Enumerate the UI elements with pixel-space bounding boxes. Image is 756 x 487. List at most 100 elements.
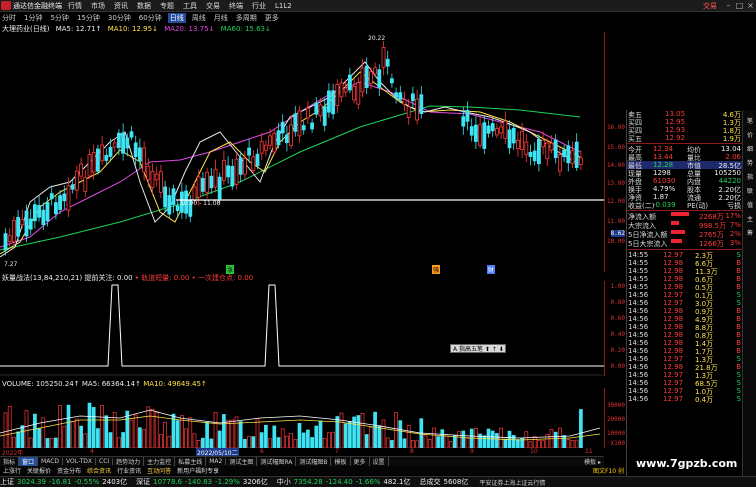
f10-link[interactable]: 图文F10 创 xyxy=(593,466,626,475)
indicator-tab-10[interactable]: 测试幅图RA xyxy=(257,457,297,466)
menu-data[interactable]: 数据 xyxy=(137,1,151,11)
menu-market[interactable]: 行情 xyxy=(68,1,82,11)
tick-price: 12.98 xyxy=(663,347,684,355)
info-link-5[interactable]: 互动问答 xyxy=(144,466,174,475)
indicator-tab-1[interactable]: 窗口 xyxy=(19,457,39,466)
volume-bar xyxy=(495,433,499,448)
menu-topics[interactable]: 专题 xyxy=(160,1,174,11)
menu-tools[interactable]: 工具 xyxy=(183,1,197,11)
info-link-1[interactable]: 关联报价 xyxy=(24,466,54,475)
volume-bar xyxy=(490,430,495,448)
tick-direction: B xyxy=(736,323,741,331)
indicator-tab-2[interactable]: MACD xyxy=(38,458,64,465)
period-4[interactable]: 30分钟 xyxy=(106,13,133,23)
candle-body xyxy=(461,116,466,127)
period-10[interactable]: 更多 xyxy=(263,13,281,23)
candle-body xyxy=(129,131,134,138)
side-tab-8[interactable]: 筹 xyxy=(745,228,755,237)
template-button[interactable]: 模板 ▸ xyxy=(581,457,604,466)
menu-news[interactable]: 资讯 xyxy=(114,1,128,11)
candle-body xyxy=(284,134,289,143)
side-tab-1[interactable]: 价 xyxy=(745,130,755,139)
tick-row: 14:56 12.97 3.0万 S xyxy=(627,299,743,308)
index-sme[interactable]: 中小 7354.28 -124.40 -1.66% 482.1亿 xyxy=(277,477,414,487)
indicator-tab-3[interactable]: VOL-TDX xyxy=(63,458,96,465)
minimize-icon[interactable]: – xyxy=(723,1,734,10)
info-link-2[interactable]: 资金分布 xyxy=(54,466,84,475)
flow-pct: 7% xyxy=(729,221,741,229)
indicator-tab-8[interactable]: MA2 xyxy=(206,458,227,465)
tick-direction: S xyxy=(736,379,741,387)
volume-bar xyxy=(390,440,394,448)
period-7[interactable]: 周线 xyxy=(190,13,208,23)
period-2[interactable]: 5分钟 xyxy=(48,13,70,23)
candlestick-chart[interactable]: 20.22 10.90 - 11.08 7.27 xyxy=(0,32,604,272)
order-book-row[interactable]: 卖五 13.05 4.6万 xyxy=(627,110,743,119)
close-icon[interactable]: × xyxy=(745,1,756,10)
period-5[interactable]: 60分钟 xyxy=(137,13,164,23)
index-amount: 482.1亿 xyxy=(383,478,411,486)
indicator-tab-11[interactable]: 测试幅图B xyxy=(296,457,332,466)
trade-link[interactable]: 交易 xyxy=(703,1,717,11)
indicator-tab-7[interactable]: 私募主线 xyxy=(175,457,207,466)
index-name: 深证 xyxy=(136,478,151,486)
volume-bar xyxy=(58,405,62,448)
period-6[interactable]: 日线 xyxy=(167,13,186,23)
side-tab-7[interactable]: 主 xyxy=(745,214,755,223)
drawing-toolbar-popup[interactable]: A 指高五笔 ⬆ ↑ ⬇ xyxy=(450,344,506,353)
index-shanghai[interactable]: 上证 3024.39 -16.81 -0.55% 2403亿 xyxy=(0,477,130,487)
tick-price: 12.97 xyxy=(663,387,684,395)
index-shenzhen[interactable]: 深证 10778.6 -140.83 -1.29% 3206亿 xyxy=(136,477,271,487)
info-link-4[interactable]: 行业资讯 xyxy=(114,466,144,475)
side-tab-0[interactable]: 笔 xyxy=(745,116,755,125)
tick-time: 14:56 xyxy=(628,371,649,379)
index-amount: 3206亿 xyxy=(242,478,268,486)
candle-body xyxy=(394,92,399,98)
first-low-label: 7.27 xyxy=(4,261,18,268)
menu-terminal[interactable]: 终端 xyxy=(229,1,243,11)
period-9[interactable]: 多周期 xyxy=(234,13,259,23)
order-book-row[interactable]: 买五 12.92 1.9万 xyxy=(627,134,743,143)
indicator-tab-4[interactable]: CCI xyxy=(96,458,114,465)
volume-bars-group xyxy=(3,402,583,448)
menu-exchange[interactable]: 市场 xyxy=(91,1,105,11)
indicator-tab-0[interactable]: 指标 xyxy=(0,457,20,466)
maximize-icon[interactable]: □ xyxy=(734,1,745,10)
indicator-tab-6[interactable]: 主力监控 xyxy=(144,457,176,466)
indicator-chart[interactable] xyxy=(0,281,604,376)
candle-body xyxy=(503,120,508,139)
indicator-tab-5[interactable]: 趋势动力 xyxy=(113,457,145,466)
menu-trade[interactable]: 交易 xyxy=(206,1,220,11)
tick-row: 14:56 12.98 1.4万 B xyxy=(627,339,743,348)
order-book-row[interactable]: 买四 12.95 1.3万 xyxy=(627,118,743,127)
menu-industry[interactable]: 行业 xyxy=(252,1,266,11)
side-tab-6[interactable]: 值 xyxy=(745,200,755,209)
indicator-tab-12[interactable]: 模板 xyxy=(331,457,351,466)
side-tab-2[interactable]: 细 xyxy=(745,144,755,153)
tick-direction: B xyxy=(736,259,741,267)
period-3[interactable]: 15分钟 xyxy=(75,13,102,23)
info-link-0[interactable]: 上涨行 xyxy=(0,466,24,475)
tick-price: 12.98 xyxy=(663,307,684,315)
period-1[interactable]: 1分钟 xyxy=(22,13,44,23)
indicator-tab-13[interactable]: 更多 xyxy=(351,457,370,466)
indicator-tab-9[interactable]: 测试主图 xyxy=(226,457,258,466)
volume-chart[interactable] xyxy=(0,388,604,448)
order-book-row[interactable]: 买四 12.93 1.8万 xyxy=(627,126,743,135)
side-tab-5[interactable]: 联 xyxy=(745,186,755,195)
fund-flow-row: 5日净流入额 2765万 2% xyxy=(627,230,743,239)
indicator-tab-14[interactable]: 设置 xyxy=(370,457,389,466)
period-0[interactable]: 分时 xyxy=(0,13,18,23)
side-tab-4[interactable]: 指 xyxy=(745,172,755,181)
period-8[interactable]: 月线 xyxy=(212,13,230,23)
title-bar: 通达信金融终端 行情 市场 资讯 数据 专题 工具 交易 终端 行业 L1L2 … xyxy=(0,0,756,12)
candle-body xyxy=(478,124,483,146)
side-tab-3[interactable]: 势 xyxy=(745,158,755,167)
candle-body xyxy=(373,67,378,75)
level-label[interactable]: L1L2 xyxy=(275,2,292,10)
info-link-3[interactable]: 综合资讯 xyxy=(84,466,114,475)
candle-body xyxy=(360,67,365,93)
info-link-6[interactable]: 新用户福利专享 xyxy=(174,466,222,475)
volume-bar xyxy=(541,440,545,448)
stat-value: -0.039 xyxy=(653,201,676,209)
